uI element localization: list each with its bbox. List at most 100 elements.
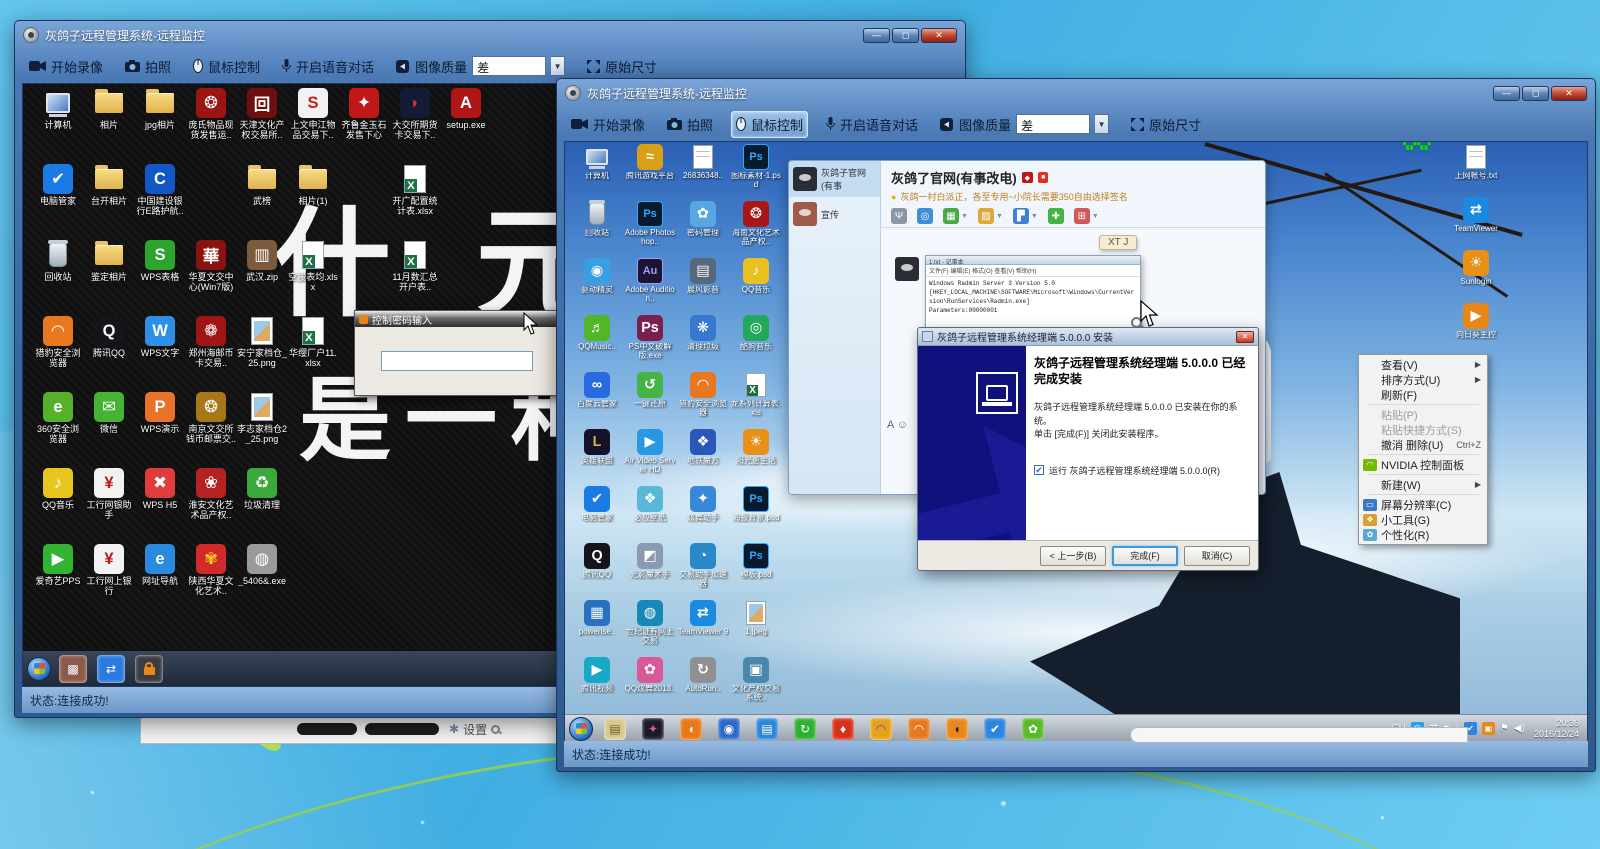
taskbar-app-photo-thumb-app[interactable]: ▩: [59, 655, 87, 683]
quality-select[interactable]: 差: [1016, 114, 1090, 134]
menu-item-NVIDIA 控制面板[interactable]: ◠NVIDIA 控制面板: [1361, 457, 1485, 472]
desktop-icon-交易助手加速器[interactable]: ◔交易助手加速器: [677, 543, 729, 589]
desktop-icon-清理垃圾[interactable]: ❋清理垃圾: [677, 315, 729, 352]
desktop-icon-文化产权交易系统..[interactable]: ▣文化产权交易系统..: [730, 657, 782, 703]
chat-announcement[interactable]: ● 灰鸽一村白派正，各至专用~小院长需要350自由选择签名: [881, 187, 1265, 205]
desktop-icon-QQ炫舞2013..[interactable]: ✿QQ炫舞2013..: [624, 657, 676, 694]
desktop-icon-WPS演示[interactable]: PWPS演示: [135, 392, 185, 434]
taskbar-clock[interactable]: 20:36 2016/12/24: [1534, 718, 1579, 739]
desktop-icon-11月数汇总开户表..[interactable]: X11月数汇总开户表..: [390, 240, 440, 292]
menu-item-个性化(R)[interactable]: ✿个性化(R): [1361, 527, 1485, 542]
desktop-icon-安宁家档仓_25.png[interactable]: 安宁家档仓_25.png: [237, 316, 287, 368]
desktop-icon-TeamViewer 9[interactable]: ⇄TeamViewer 9: [677, 600, 729, 637]
quality-dropdown-arrow[interactable]: ▼: [1095, 114, 1109, 134]
desktop-icon-向日葵主控[interactable]: ▶向日葵主控: [1448, 303, 1504, 340]
close-button[interactable]: ✕: [921, 28, 957, 43]
taskbar-app-explorer[interactable]: ▤: [604, 718, 626, 740]
image-quality-control[interactable]: 图像质量 差 ▼: [392, 53, 569, 79]
desktop-icon-腾讯视频[interactable]: ▶腾讯视频: [571, 657, 623, 694]
desktop-icon-工行网上银行[interactable]: ¥工行网上银行: [84, 544, 134, 596]
tray-orange-tray-icon[interactable]: ▣: [1482, 722, 1495, 735]
start-button[interactable]: [569, 717, 593, 741]
desktop-icon-龙系列计算表.xls[interactable]: X龙系列计算表.xls: [730, 372, 782, 418]
desktop-icon-驱动精灵[interactable]: ◉驱动精灵: [571, 258, 623, 295]
original-size-button[interactable]: 原始尺寸: [1127, 112, 1205, 137]
original-size-button[interactable]: 原始尺寸: [583, 54, 661, 79]
desktop-icon-大交所期货卡交易下..[interactable]: ◗大交所期货卡交易下..: [390, 88, 440, 140]
desktop-icon-_5406&.exe[interactable]: ◍_5406&.exe: [237, 544, 287, 586]
desktop-icon-晨风影音[interactable]: ▤晨风影音: [677, 258, 729, 295]
desktop-icon-图标素材-1.psd[interactable]: Ps图标素材-1.psd: [730, 144, 782, 190]
desktop-icon-猎豹安全浏览器[interactable]: ◠猎豹安全浏览器: [677, 372, 729, 418]
desktop-icon-电脑管家[interactable]: ✔电脑管家: [33, 164, 83, 206]
chat-format-bar[interactable]: A ☺: [887, 419, 908, 431]
quality-select[interactable]: 差: [472, 56, 546, 76]
desktop-icon-QQ音乐[interactable]: ♪QQ音乐: [33, 468, 83, 510]
desktop-icon-WPS表格[interactable]: SWPS表格: [135, 240, 185, 282]
taskbar-app-green-sync-app[interactable]: ↻: [794, 718, 816, 740]
fragment-settings[interactable]: ✱ 设置: [449, 721, 500, 738]
chat-tool-folder-send[interactable]: ▨▼: [978, 208, 1003, 224]
desktop-icon-上网帐号.txt[interactable]: 上网帐号.txt: [1448, 144, 1504, 181]
voice-chat-button[interactable]: 开启语音对话: [822, 112, 922, 137]
desktop-icon-WPS文字[interactable]: WWPS文字: [135, 316, 185, 358]
desktop-icon-郑州海邮币卡交易..[interactable]: ❁郑州海邮币卡交易..: [186, 316, 236, 368]
fragment-dark-button[interactable]: [297, 723, 357, 735]
desktop-icon-华缨厂户11.xlsx[interactable]: X华缨厂户11.xlsx: [288, 316, 338, 368]
desktop-icon-腾讯游戏平台[interactable]: ≈腾讯游戏平台: [624, 144, 676, 181]
desktop-icon-天津文化产权交易所..[interactable]: 回天津文化产权交易所..: [237, 88, 287, 140]
desktop-icon-李志家档仓2_25.png[interactable]: 李志家档仓2_25.png: [237, 392, 287, 444]
desktop-icon-网址导航[interactable]: e网址导航: [135, 544, 185, 586]
desktop-icon-回收站[interactable]: 回收站: [33, 240, 83, 282]
back-button[interactable]: < 上一步(B): [1040, 546, 1106, 566]
desktop-icon-上文申江物品交易下..[interactable]: S上文申江物品交易下..: [288, 88, 338, 140]
tray-volume-icon[interactable]: ◀): [1514, 723, 1525, 734]
window2-titlebar[interactable]: 灰鸽子远程管理系统-远程监控 — ◻ ✕: [557, 79, 1595, 107]
desktop-icon-微信[interactable]: ✉微信: [84, 392, 134, 434]
cancel-button[interactable]: 取消(C): [1184, 546, 1250, 566]
installer-titlebar[interactable]: 灰鸽子远程管理系统经理端 5.0.0.0 安装 ✕: [918, 328, 1258, 346]
desktop-icon-开广配置统计表.xlsx[interactable]: X开广配置统计表.xlsx: [390, 164, 440, 216]
menu-item-屏幕分辨率(C)[interactable]: ▭屏幕分辨率(C): [1361, 497, 1485, 512]
minimize-button[interactable]: —: [1493, 86, 1520, 101]
desktop-icon-WPS H5[interactable]: ✖WPS H5: [135, 468, 185, 510]
maximize-button[interactable]: ◻: [892, 28, 919, 43]
desktop-icon-相片(1)[interactable]: 相片(1): [288, 164, 338, 206]
chat-image-notepad[interactable]: 1.txt - 记事本 文件(F) 编辑(E) 格式(O) 查看(V) 帮助(H…: [925, 255, 1141, 333]
desktop-icon-1.jpeg[interactable]: 1.jpeg: [730, 600, 782, 637]
chat-tool-message-add[interactable]: ✚: [1048, 208, 1064, 224]
start-button[interactable]: [27, 657, 51, 681]
tray-action-center-flag[interactable]: ⚑: [1500, 723, 1509, 734]
desktop-icon-华夏文交中心(Win7版)[interactable]: 華华夏文交中心(Win7版): [186, 240, 236, 292]
fragment-dark-button[interactable]: [365, 723, 439, 735]
desktop-icon-垃圾清理[interactable]: ♻垃圾清理: [237, 468, 287, 510]
desktop-icon-武榜[interactable]: 武榜: [237, 164, 287, 206]
desktop-icon-计算机[interactable]: 计算机: [33, 88, 83, 130]
photo-button[interactable]: 拍照: [663, 112, 717, 137]
menu-item-小工具(G)[interactable]: ❖小工具(G): [1361, 512, 1485, 527]
voice-chat-button[interactable]: 开启语音对话: [278, 54, 378, 79]
desktop-icon-360安全浏览器[interactable]: e360安全浏览器: [33, 392, 83, 444]
chat-tool-screenshot[interactable]: ◎: [917, 208, 933, 224]
desktop-icon-酷狗音乐[interactable]: ◎酷狗音乐: [730, 315, 782, 352]
mouse-control-button[interactable]: 鼠标控制: [189, 54, 264, 79]
remote-desktop-view-2[interactable]: 计算机≈腾讯游戏平台26836348..Ps图标素材-1.psd回收站PsAdo…: [564, 141, 1588, 743]
minimize-button[interactable]: —: [863, 28, 890, 43]
desktop-icon-计算机[interactable]: 计算机: [571, 144, 623, 181]
desktop-icon-26836348..[interactable]: 26836348..: [677, 144, 729, 181]
desktop-icon-setup.exe[interactable]: Asetup.exe: [441, 88, 491, 130]
desktop-icon-海报背景.psd[interactable]: Ps海报背景.psd: [730, 486, 782, 523]
menu-item-刷新(F)[interactable]: 刷新(F): [1361, 387, 1485, 402]
taskbar-app-orange-browser[interactable]: ◠: [908, 718, 930, 740]
image-quality-control[interactable]: 图像质量 差 ▼: [936, 111, 1113, 137]
desktop-icon-工行网银助手[interactable]: ¥工行网银助手: [84, 468, 134, 520]
desktop-icon-空援表均.xlsx[interactable]: X空援表均.xlsx: [288, 240, 338, 292]
desktop-icon-鉴定相片[interactable]: 鉴定相片: [84, 240, 134, 282]
desktop-icon-回收站[interactable]: 回收站: [571, 201, 623, 238]
photo-button[interactable]: 拍照: [121, 54, 175, 79]
desktop-icon-庞氏物品现货发售运..[interactable]: ❂庞氏物品现货发售运..: [186, 88, 236, 140]
record-button[interactable]: 开始录像: [25, 54, 107, 79]
desktop-icon-Sunlogin[interactable]: ☀Sunlogin: [1448, 250, 1504, 287]
chat-tool-apps-grid[interactable]: ⊞▼: [1074, 208, 1099, 224]
menu-item-粘贴快捷方式(S)[interactable]: 粘贴快捷方式(S): [1361, 422, 1485, 437]
